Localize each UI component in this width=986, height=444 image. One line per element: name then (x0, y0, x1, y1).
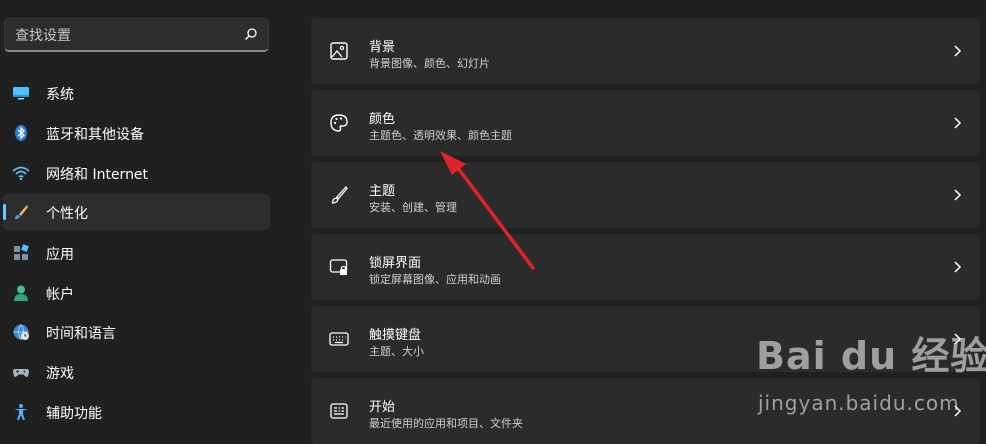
watermark-logo: Bai du 经验 (756, 334, 986, 378)
watermark-url: jingyan.baidu.com (758, 391, 960, 415)
watermark: Bai du 经验 jingyan.baidu.com (756, 325, 986, 437)
